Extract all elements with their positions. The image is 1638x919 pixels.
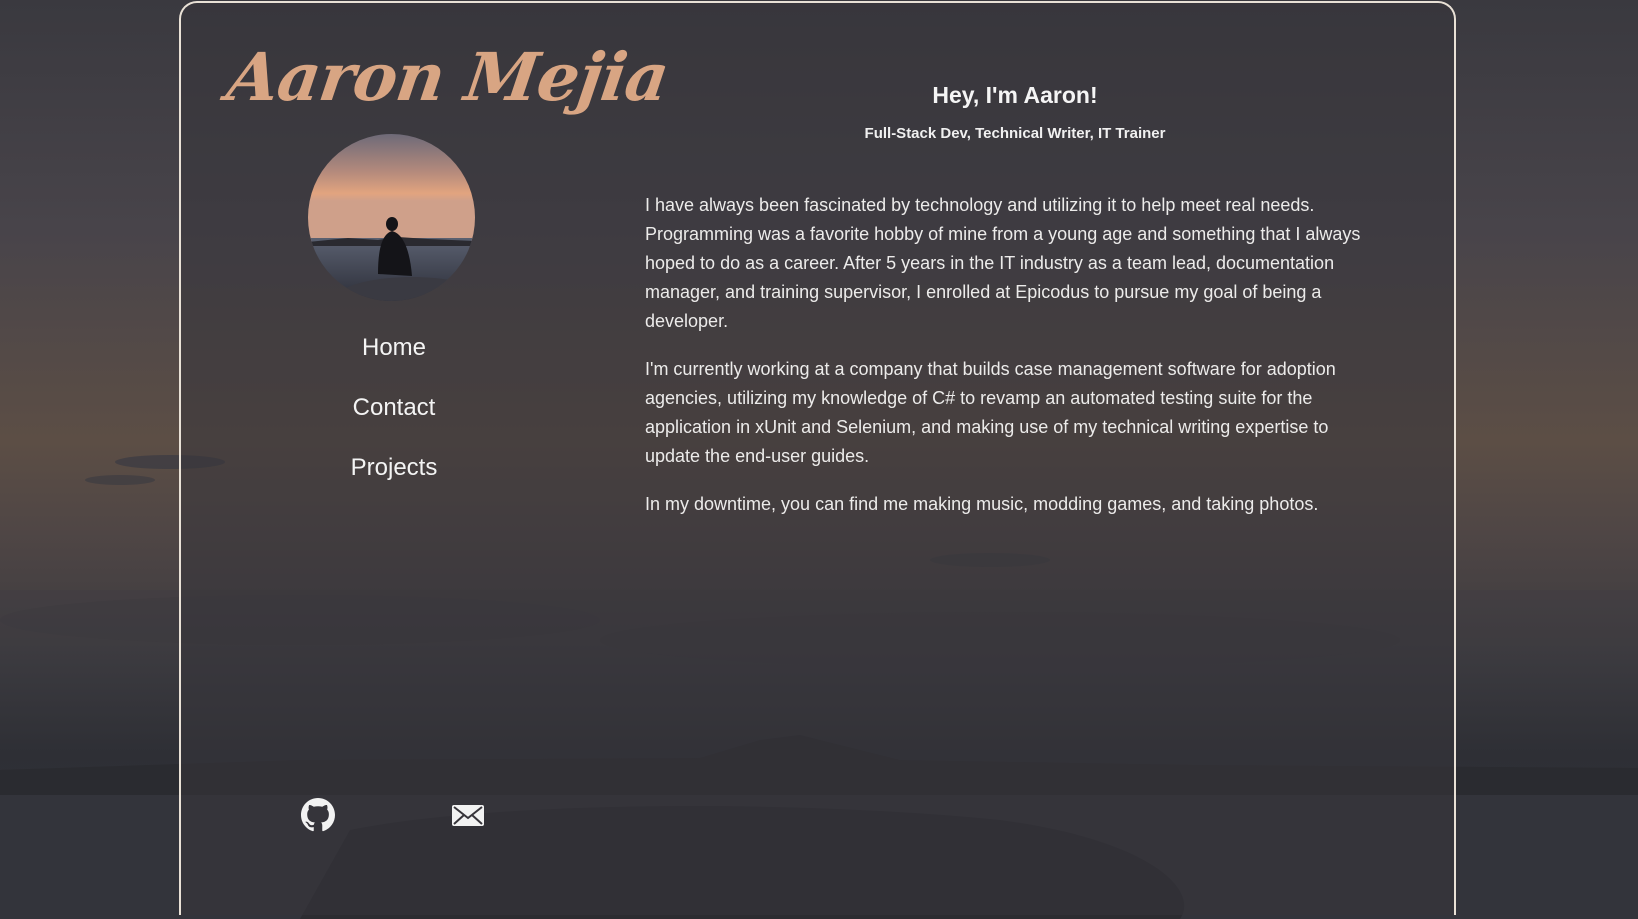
- intro-section: Hey, I'm Aaron! Full-Stack Dev, Technica…: [645, 73, 1385, 519]
- github-link[interactable]: [301, 798, 335, 832]
- intro-tagline: Full-Stack Dev, Technical Writer, IT Tra…: [864, 125, 1166, 142]
- nav-contact-link[interactable]: Contact: [181, 383, 607, 443]
- nav-home-link[interactable]: Home: [181, 323, 607, 383]
- intro-heading: Hey, I'm Aaron!: [932, 82, 1098, 108]
- github-icon: [301, 798, 335, 832]
- main-nav: Home Contact Projects: [181, 323, 607, 503]
- intro-paragraph: In my downtime, you can find me making m…: [645, 494, 1319, 514]
- profile-card: Aaron Mejia Home Contact Projects Hey, I…: [179, 1, 1456, 915]
- brand-logo[interactable]: Aaron Mejia: [223, 38, 673, 116]
- intro-paragraph: I have always been fascinated by technol…: [645, 195, 1361, 331]
- avatar: [308, 134, 475, 301]
- email-link[interactable]: [451, 798, 485, 832]
- nav-projects-link[interactable]: Projects: [181, 443, 607, 503]
- mail-icon: [452, 805, 484, 826]
- intro-paragraph: I'm currently working at a company that …: [645, 359, 1336, 466]
